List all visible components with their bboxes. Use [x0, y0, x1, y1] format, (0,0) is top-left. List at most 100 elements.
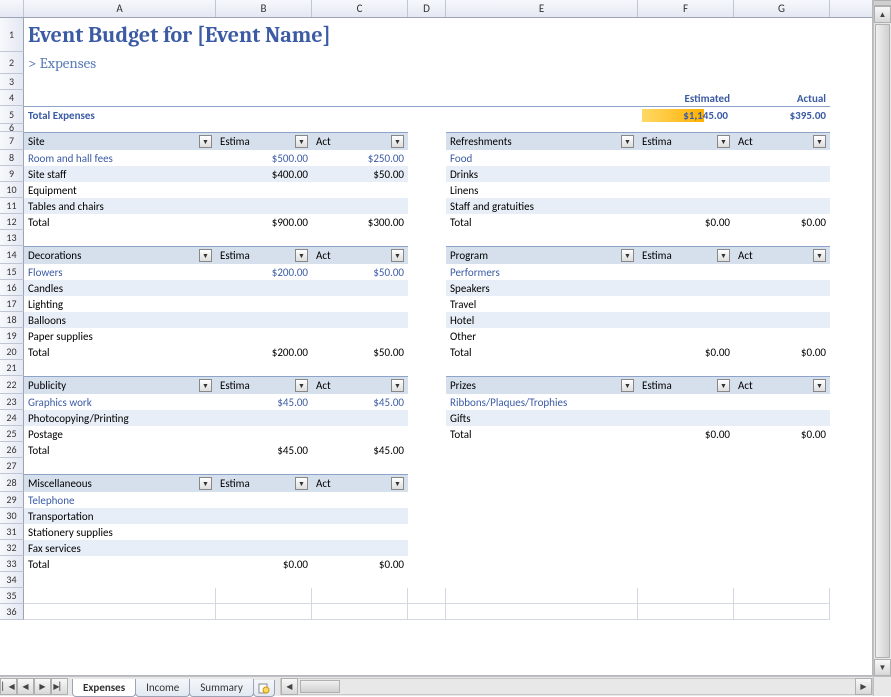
cell-empty[interactable] [446, 604, 638, 620]
line-est[interactable] [216, 280, 312, 296]
cell-empty[interactable] [446, 540, 638, 556]
cell-empty[interactable] [446, 524, 638, 540]
filter-btn-name[interactable]: ▼ [621, 249, 634, 262]
line-item[interactable]: Performers [446, 264, 638, 280]
line-item[interactable]: Speakers [446, 280, 638, 296]
section-header-est[interactable]: Estima▼ [216, 376, 312, 394]
line-act[interactable] [312, 328, 408, 344]
sheet-nav-next[interactable]: ▶ [34, 678, 51, 695]
select-all-corner[interactable] [0, 0, 24, 17]
cell-gap[interactable] [408, 540, 446, 556]
cell-empty[interactable] [24, 360, 830, 376]
subtotal-label[interactable]: Total [446, 426, 638, 442]
row-header-26[interactable]: 26 [0, 442, 24, 458]
filter-btn-name[interactable]: ▼ [199, 379, 212, 392]
cell-gap[interactable] [408, 246, 446, 264]
line-act[interactable]: $45.00 [312, 394, 408, 410]
cell-empty[interactable] [24, 74, 830, 90]
line-item[interactable]: Site staff [24, 166, 216, 182]
row-header-13[interactable]: 13 [0, 230, 24, 246]
section-header-act[interactable]: Act▼ [312, 376, 408, 394]
row-header-19[interactable]: 19 [0, 328, 24, 344]
line-item[interactable]: Staff and gratuities [446, 198, 638, 214]
section-header-est[interactable]: Estima▼ [638, 376, 734, 394]
cell-empty[interactable] [24, 230, 830, 246]
line-act[interactable]: $50.00 [312, 264, 408, 280]
section-header-est[interactable]: Estima▼ [638, 132, 734, 150]
line-item[interactable]: Travel [446, 296, 638, 312]
cell-gap[interactable] [408, 442, 446, 458]
section-header[interactable]: Site▼ [24, 132, 216, 150]
cell-empty[interactable] [24, 458, 830, 474]
row-header-1[interactable]: 1 [0, 18, 24, 52]
row-header-17[interactable]: 17 [0, 296, 24, 312]
line-est[interactable]: $500.00 [216, 150, 312, 166]
cell-empty[interactable] [734, 524, 830, 540]
subtotal-label[interactable]: Total [446, 214, 638, 230]
cell-empty[interactable] [446, 556, 638, 572]
cell-empty[interactable] [734, 442, 830, 458]
row-header-18[interactable]: 18 [0, 312, 24, 328]
filter-btn-act[interactable]: ▼ [391, 249, 404, 262]
line-act[interactable] [734, 150, 830, 166]
line-act[interactable] [312, 182, 408, 198]
filter-btn-name[interactable]: ▼ [621, 135, 634, 148]
line-act[interactable] [734, 264, 830, 280]
subtotal-est[interactable]: $0.00 [638, 426, 734, 442]
subtotal-act[interactable]: $45.00 [312, 442, 408, 458]
sheet-tab-expenses[interactable]: Expenses [72, 679, 136, 697]
cell-gap[interactable] [408, 182, 446, 198]
total-expenses-actual[interactable]: $395.00 [734, 106, 830, 124]
line-est[interactable] [216, 296, 312, 312]
line-est[interactable] [638, 182, 734, 198]
hscroll-thumb[interactable] [300, 680, 340, 693]
filter-btn-act[interactable]: ▼ [813, 379, 826, 392]
subtotal-label[interactable]: Total [24, 214, 216, 230]
line-item[interactable]: Flowers [24, 264, 216, 280]
line-est[interactable] [638, 296, 734, 312]
line-est[interactable]: $45.00 [216, 394, 312, 410]
line-act[interactable] [734, 328, 830, 344]
vscroll-thumb[interactable] [875, 24, 890, 658]
row-header-6[interactable]: 6 [0, 124, 24, 132]
row-header-34[interactable]: 34 [0, 572, 24, 588]
row-header-27[interactable]: 27 [0, 458, 24, 474]
line-est[interactable] [638, 198, 734, 214]
line-act[interactable] [734, 394, 830, 410]
filter-btn-act[interactable]: ▼ [813, 249, 826, 262]
cell-empty[interactable] [638, 524, 734, 540]
filter-btn-name[interactable]: ▼ [199, 135, 212, 148]
filter-btn-est[interactable]: ▼ [717, 135, 730, 148]
sheet-tab-income[interactable]: Income [135, 679, 190, 697]
line-item[interactable]: Other [446, 328, 638, 344]
row-header-31[interactable]: 31 [0, 524, 24, 540]
line-item[interactable]: Ribbons/Plaques/Trophies [446, 394, 638, 410]
line-item[interactable]: Equipment [24, 182, 216, 198]
row-header-20[interactable]: 20 [0, 344, 24, 360]
line-est[interactable] [638, 410, 734, 426]
cell-gap[interactable] [408, 524, 446, 540]
cell-gap[interactable] [408, 556, 446, 572]
line-est[interactable] [638, 150, 734, 166]
section-header-act[interactable]: Act▼ [734, 376, 830, 394]
line-item[interactable]: Linens [446, 182, 638, 198]
scroll-up-button[interactable]: ▲ [874, 6, 891, 23]
subtotal-label[interactable]: Total [24, 442, 216, 458]
line-item[interactable]: Hotel [446, 312, 638, 328]
col-header-G[interactable]: G [734, 0, 830, 17]
cell-gap[interactable] [408, 344, 446, 360]
row-header-11[interactable]: 11 [0, 198, 24, 214]
actual-header[interactable]: Actual [734, 90, 830, 106]
cell-gap[interactable] [408, 166, 446, 182]
line-est[interactable] [216, 328, 312, 344]
cell-empty[interactable] [446, 508, 638, 524]
cell-empty[interactable] [446, 492, 638, 508]
line-act[interactable]: $250.00 [312, 150, 408, 166]
line-est[interactable] [216, 524, 312, 540]
row-header-22[interactable]: 22 [0, 376, 24, 394]
line-est[interactable] [638, 166, 734, 182]
cell-empty[interactable] [216, 588, 312, 604]
row-header-36[interactable]: 36 [0, 604, 24, 620]
cell-empty[interactable] [638, 604, 734, 620]
filter-btn-name[interactable]: ▼ [199, 477, 212, 490]
